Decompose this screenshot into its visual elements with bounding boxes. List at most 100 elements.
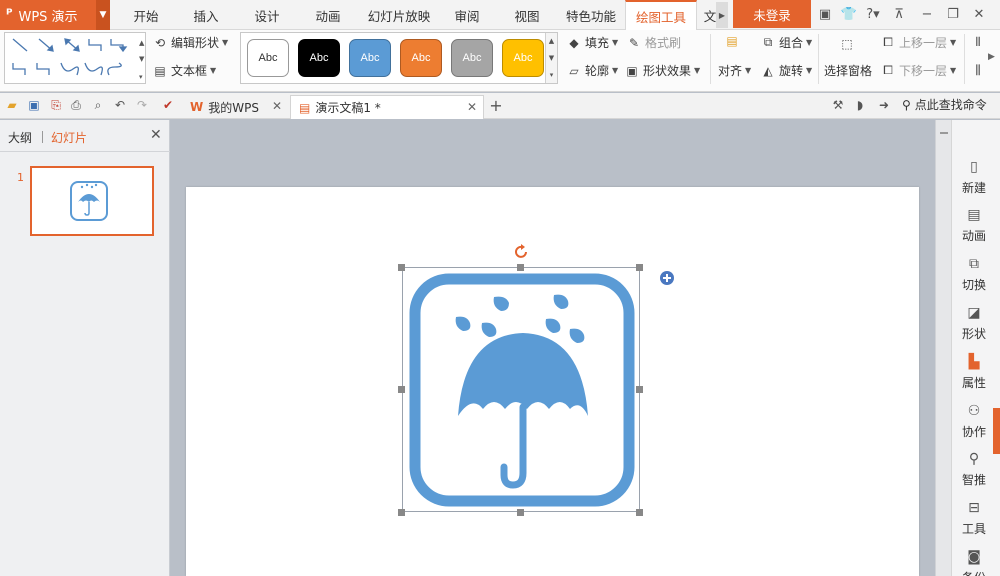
chevron-down-icon[interactable]: ▼ [549,54,554,62]
ribbon-scroll-right-icon[interactable]: ▶ [988,52,995,62]
umbrella-icon[interactable] [406,271,638,509]
group-button[interactable]: ⧉ 组合 ▼ [760,34,812,51]
doc-tab-my-wps[interactable]: W 我的WPS ✕ [182,95,288,119]
resize-handle-sw[interactable] [398,509,405,516]
skin-icon[interactable]: ▣ [816,5,834,23]
app-menu-button[interactable]: ᴾ WPS 演示 ▼ [0,0,110,30]
help-icon[interactable]: ?▾ [862,5,884,23]
send-backward-button[interactable]: ⧠ 下移一层 ▼ [880,62,956,79]
sidebar-item-collaborate[interactable]: ⚇ 协作 [952,402,996,440]
chevron-down-icon[interactable]: ▼ [96,0,110,30]
text-box-button[interactable]: ▤ 文本框 ▼ [152,62,216,79]
style-preset-black[interactable]: Abc [298,39,340,77]
vertical-scrollbar[interactable] [935,120,951,576]
align-grid-icon[interactable]: ▤ [724,33,743,49]
style-preset-blue[interactable]: Abc [349,39,391,77]
distribute-vertical-icon[interactable]: ⫼ [970,62,989,78]
tab-drawing-tools[interactable]: 绘图工具 [625,0,697,31]
save-icon[interactable]: ▣ [26,97,42,113]
quick-add-icon[interactable] [659,270,675,286]
edit-shape-label: 编辑形状 [171,36,220,50]
redo-icon[interactable]: ↷ [134,97,150,113]
print-icon[interactable]: ⎙ [68,97,84,113]
sidebar-item-backup[interactable]: ◙ 备份 [952,548,996,576]
tab-animation[interactable]: 动画 [302,0,354,30]
sidebar-item-tools[interactable]: ⊟ 工具 [952,499,996,537]
close-icon[interactable]: ✕ [467,100,477,114]
scroll-grip[interactable] [940,132,948,134]
expand-icon[interactable]: ▾ [550,71,554,79]
tab-slideshow[interactable]: 幻灯片放映 [362,0,436,30]
shape-icon: ◪ [967,305,981,321]
edit-shape-button[interactable]: ⟲ 编辑形状 ▼ [152,34,228,51]
chevron-up-icon[interactable]: ▲ [549,37,554,45]
style-preset-orange[interactable]: Abc [400,39,442,77]
edit-shape-icon: ⟲ [154,35,166,50]
resize-handle-ne[interactable] [636,264,643,271]
find-command-search[interactable]: ⚲ 点此查找命令 [902,96,987,113]
customize-toolbar-icon[interactable]: ✔ [160,97,176,113]
bring-forward-button[interactable]: ⧠ 上移一层 ▼ [880,34,956,51]
rotate-handle-icon[interactable] [513,243,531,261]
backup-icon: ◙ [967,549,981,565]
shape-style-gallery: Abc Abc Abc Abc Abc Abc ▲ ▼ ▾ [240,32,558,84]
rotate-button[interactable]: ◭ 旋转 ▼ [760,62,812,79]
tab-view[interactable]: 视图 [502,0,552,30]
selection-pane-button[interactable]: 选择窗格 [824,62,872,79]
tab-review[interactable]: 审阅 [442,0,492,30]
tab-special-features[interactable]: 特色功能 [560,0,622,30]
style-preset-gold[interactable]: Abc [502,39,544,77]
line-shapes-gallery[interactable]: ▲ ▼ ▾ [4,32,146,84]
login-button[interactable]: 未登录 [733,0,811,28]
slide-thumbnail[interactable] [30,166,154,236]
close-icon[interactable]: ✕ [970,5,988,23]
sidebar-item-animation[interactable]: ▤ 动画 [952,206,996,244]
resize-handle-s[interactable] [517,509,524,516]
fill-button[interactable]: ◆ 填充 ▼ [566,34,618,51]
open-folder-icon[interactable]: ▰ [4,97,20,113]
close-icon[interactable]: ✕ [150,127,162,143]
share-icon[interactable]: ➜ [876,97,892,113]
align-button[interactable]: 对齐 ▼ [718,62,751,79]
magic-wand-icon[interactable]: ⚒ [830,97,846,113]
tab-slides[interactable]: 幻灯片 [51,129,87,146]
sidebar-item-shape[interactable]: ◪ 形状 [952,304,996,342]
gallery-scroll[interactable]: ▲ ▼ ▾ [545,33,557,83]
tab-scroll-right-icon[interactable]: ▶ [716,2,728,28]
style-preset-white[interactable]: Abc [247,39,289,77]
resize-handle-se[interactable] [636,509,643,516]
tab-home[interactable]: 开始 [120,0,172,30]
format-painter-button[interactable]: ✎ 格式刷 [626,34,681,51]
tab-outline[interactable]: 大纲 [8,129,32,146]
sidebar-item-label: 动画 [961,229,986,243]
sidebar-item-transition[interactable]: ⧉ 切换 [952,255,996,293]
outline-button[interactable]: ▱ 轮廓 ▼ [566,62,618,79]
undo-icon[interactable]: ↶ [112,97,128,113]
new-tab-button[interactable]: + [488,96,504,115]
doc-tab-presentation[interactable]: ▤ 演示文稿1 * ✕ [290,95,484,119]
tab-design[interactable]: 设计 [241,0,293,30]
sidebar-item-new[interactable]: ▯ 新建 [952,158,996,196]
resize-handle-n[interactable] [517,264,524,271]
shirt-icon[interactable]: 👕 [840,5,858,23]
distribute-icon[interactable]: ⫴ [970,34,989,50]
ribbon: ▲ ▼ ▾ ⟲ 编辑形状 ▼ ▤ 文本框 ▼ Abc Abc Abc Abc A… [0,30,1000,92]
maximize-icon[interactable]: ❐ [944,5,962,23]
sidebar-item-smart-push[interactable]: ⚲ 智推 [952,450,996,488]
export-pdf-icon[interactable]: ⎘ [48,97,64,113]
resize-handle-nw[interactable] [398,264,405,271]
close-icon[interactable]: ✕ [272,99,282,113]
selection-pane-icon[interactable]: ⬚ [836,34,861,54]
restore-up-icon[interactable]: ⊼ [890,5,908,23]
minimize-icon[interactable]: − [918,5,936,23]
print-preview-icon[interactable]: ⌕ [90,97,106,113]
sidebar-collapse-handle[interactable] [993,408,1000,454]
style-preset-gray[interactable]: Abc [451,39,493,77]
document-icon[interactable]: ◗ [852,97,868,113]
shape-effect-button[interactable]: ▣ 形状效果 ▼ [624,62,700,79]
sidebar-item-properties[interactable]: ▙ 属性 [952,353,996,391]
resize-handle-w[interactable] [398,386,405,393]
tab-text-partial[interactable]: 文 [704,0,716,30]
shape-effect-icon: ▣ [626,63,638,78]
tab-insert[interactable]: 插入 [180,0,232,30]
